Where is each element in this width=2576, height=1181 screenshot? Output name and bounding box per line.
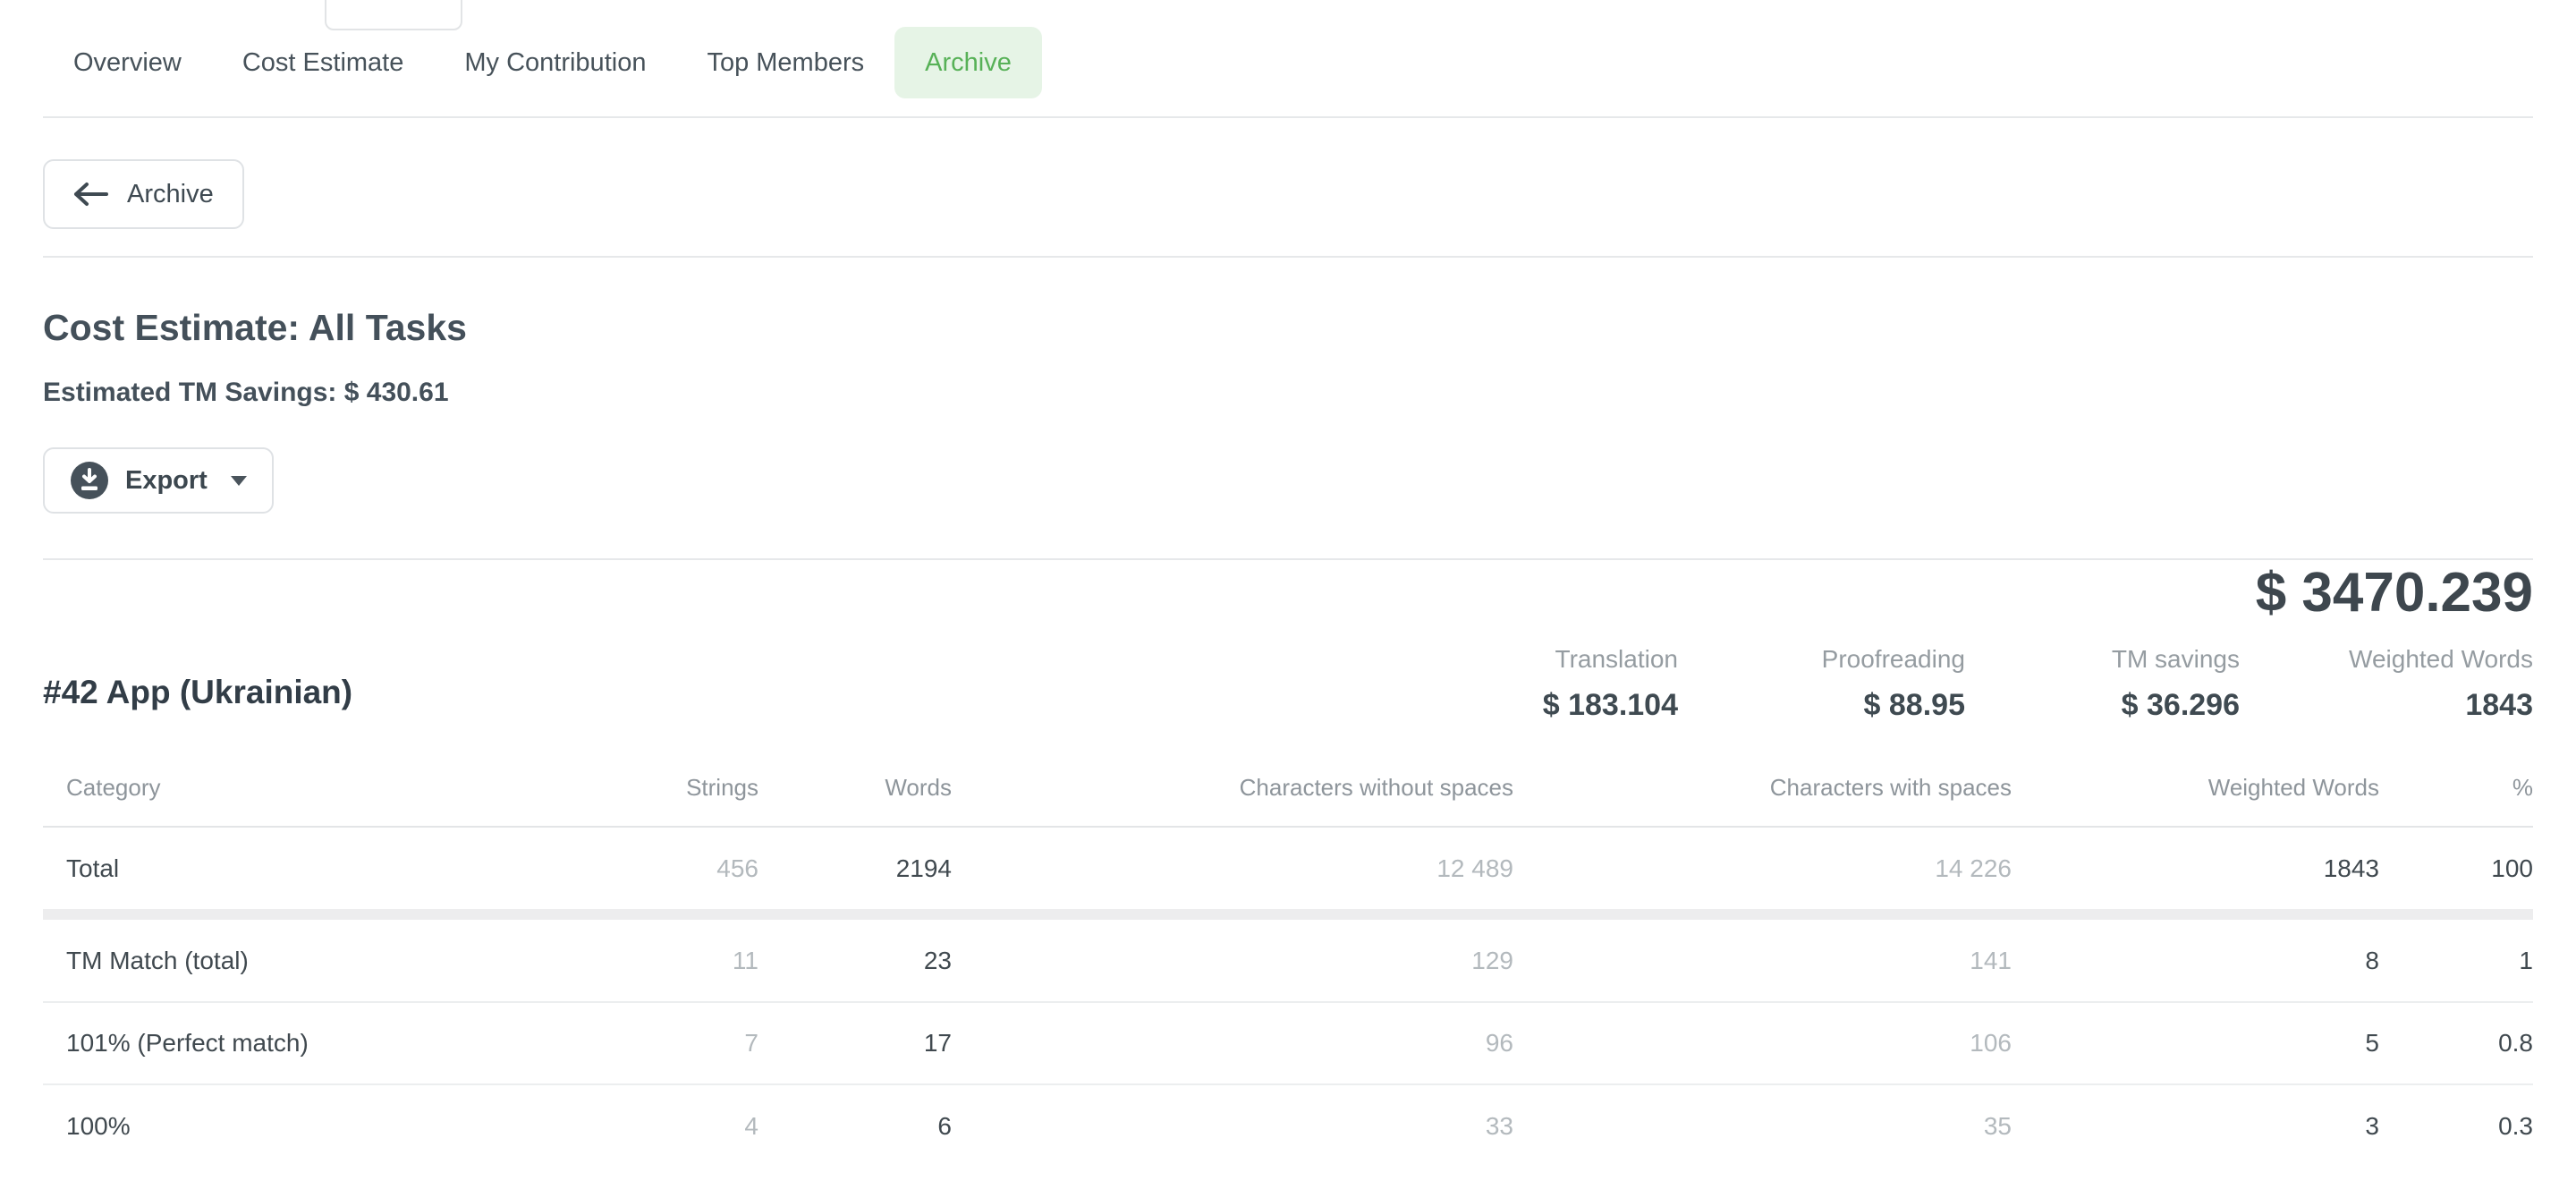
cell-weighted: 3 (2012, 1084, 2379, 1167)
cell-chars-with: 14 226 (1513, 827, 2012, 909)
cell-category: Total (43, 827, 544, 909)
cell-percent: 1 (2379, 920, 2533, 1002)
table-row-total: Total 456 2194 12 489 14 226 1843 100 (43, 827, 2533, 909)
cell-chars-with: 106 (1513, 1002, 2012, 1084)
cell-strings: 11 (544, 920, 758, 1002)
stat-proofreading: Proofreading $ 88.95 (1678, 644, 1965, 723)
tab-my-contribution[interactable]: My Contribution (434, 27, 676, 98)
stat-value: $ 183.104 (1454, 687, 1678, 723)
partial-button-top (325, 0, 462, 30)
stat-label: Proofreading (1678, 644, 1965, 675)
export-label: Export (125, 466, 208, 496)
col-header-strings: Strings (544, 750, 758, 827)
cell-weighted: 5 (2012, 1002, 2379, 1084)
stat-value: $ 36.296 (1965, 687, 2240, 723)
cell-category: 101% (Perfect match) (43, 1002, 544, 1084)
cost-estimate-table: Category Strings Words Characters withou… (43, 750, 2533, 1167)
tm-savings-subtitle: Estimated TM Savings: $ 430.61 (43, 378, 2533, 408)
cell-category: 100% (43, 1084, 544, 1167)
cell-percent: 0.3 (2379, 1084, 2533, 1167)
total-separator-band (43, 909, 2533, 920)
col-header-weighted-words: Weighted Words (2012, 750, 2379, 827)
caret-down-icon (231, 476, 247, 486)
cell-words: 23 (758, 920, 952, 1002)
stat-value: 1843 (2240, 687, 2533, 723)
cell-category: TM Match (total) (43, 920, 544, 1002)
cell-chars-without: 96 (952, 1002, 1513, 1084)
col-header-words: Words (758, 750, 952, 827)
task-title: #42 App (Ukrainian) (43, 669, 352, 716)
cell-chars-without: 129 (952, 920, 1513, 1002)
page-title: Cost Estimate: All Tasks (43, 258, 2533, 349)
table-row-100: 100% 4 6 33 35 3 0.3 (43, 1084, 2533, 1167)
stat-label: TM savings (1965, 644, 2240, 675)
cell-percent: 100 (2379, 827, 2533, 909)
cell-strings: 456 (544, 827, 758, 909)
cell-chars-without: 33 (952, 1084, 1513, 1167)
task-stats: Translation $ 183.104 Proofreading $ 88.… (43, 560, 2533, 723)
archive-back-label: Archive (127, 180, 214, 209)
stat-translation: Translation $ 183.104 (1454, 644, 1678, 723)
stat-tm-savings: TM savings $ 36.296 (1965, 644, 2240, 723)
stat-label: Weighted Words (2240, 644, 2533, 675)
table-row-101-perfect-match: 101% (Perfect match) 7 17 96 106 5 0.8 (43, 1002, 2533, 1084)
cell-strings: 4 (544, 1084, 758, 1167)
stat-label: Translation (1454, 644, 1678, 675)
col-header-percent: % (2379, 750, 2533, 827)
cell-words: 17 (758, 1002, 952, 1084)
col-header-chars-with-spaces: Characters with spaces (1513, 750, 2012, 827)
cost-estimate-header: Cost Estimate: All Tasks $ 3470.239 Esti… (0, 258, 2576, 514)
cell-weighted: 8 (2012, 920, 2379, 1002)
cell-strings: 7 (544, 1002, 758, 1084)
cell-words: 2194 (758, 827, 952, 909)
table-header-row: Category Strings Words Characters withou… (43, 750, 2533, 827)
stat-value: $ 88.95 (1678, 687, 1965, 723)
cell-words: 6 (758, 1084, 952, 1167)
tab-cost-estimate[interactable]: Cost Estimate (212, 27, 435, 98)
cell-percent: 0.8 (2379, 1002, 2533, 1084)
tab-bar: Overview Cost Estimate My Contribution T… (43, 27, 2576, 98)
export-button[interactable]: Export (43, 447, 274, 514)
cell-chars-without: 12 489 (952, 827, 1513, 909)
col-header-category: Category (43, 750, 544, 827)
download-icon (70, 461, 109, 500)
arrow-left-icon (73, 181, 109, 208)
stat-weighted-words: Weighted Words 1843 (2240, 644, 2533, 723)
tab-archive[interactable]: Archive (894, 27, 1042, 98)
col-header-chars-without-spaces: Characters without spaces (952, 750, 1513, 827)
table-row-tm-match: TM Match (total) 11 23 129 141 8 1 (43, 920, 2533, 1002)
task-section: #42 App (Ukrainian) Translation $ 183.10… (0, 560, 2576, 1167)
cell-chars-with: 141 (1513, 920, 2012, 1002)
tab-top-members[interactable]: Top Members (676, 27, 894, 98)
tab-overview[interactable]: Overview (43, 27, 212, 98)
cell-weighted: 1843 (2012, 827, 2379, 909)
back-row: Archive (0, 118, 2576, 229)
archive-back-button[interactable]: Archive (43, 159, 244, 229)
cell-chars-with: 35 (1513, 1084, 2012, 1167)
